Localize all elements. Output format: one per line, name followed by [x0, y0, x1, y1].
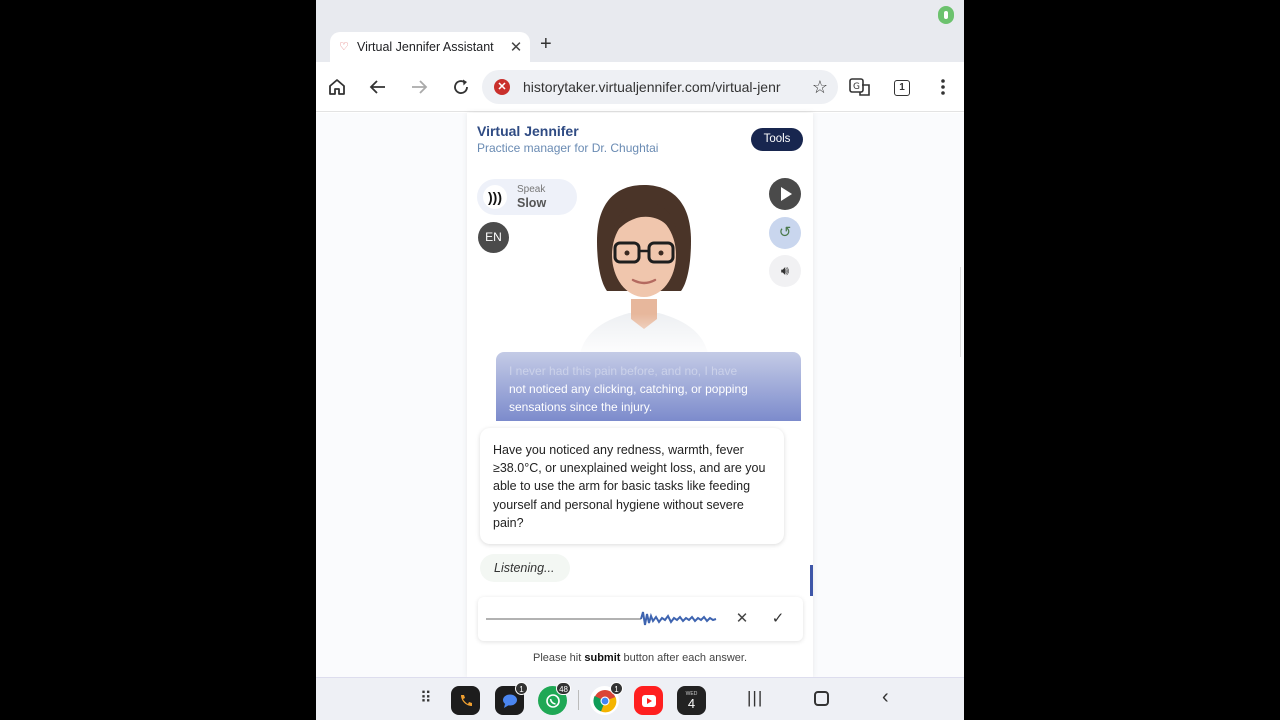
hint-text-after: button after each answer.: [620, 652, 748, 664]
chat-scrollbar-thumb[interactable]: [810, 565, 813, 596]
calendar-day: 4: [687, 695, 696, 711]
tab-title: Virtual Jennifer Assistant: [357, 40, 494, 54]
assistant-header: Virtual Jennifer Practice manager for Dr…: [467, 113, 813, 165]
not-secure-icon[interactable]: ✕: [494, 79, 510, 95]
back-icon[interactable]: [365, 74, 391, 100]
speed-value: Slow: [517, 196, 547, 210]
bookmark-star-icon[interactable]: ☆: [812, 77, 828, 98]
url-text: historytaker.virtualjennifer.com/virtual…: [523, 79, 781, 95]
calendar-app-icon[interactable]: WED 4: [677, 686, 706, 715]
assistant-title: Virtual Jennifer: [477, 123, 579, 139]
microphone-active-icon: [938, 6, 954, 24]
home-icon[interactable]: [324, 74, 350, 100]
close-tab-icon[interactable]: ✕: [506, 38, 526, 56]
speech-waves-icon: ))): [483, 185, 507, 209]
user-message-bubble: I never had this pain before, and no, I …: [496, 352, 801, 421]
tab-strip: ♡ Virtual Jennifer Assistant ✕ +: [316, 30, 964, 62]
messages-badge: 1: [515, 682, 528, 695]
listening-status: Listening...: [480, 554, 570, 582]
youtube-app-icon[interactable]: [634, 686, 663, 715]
site-favicon-icon: ♡: [339, 41, 349, 53]
tools-button[interactable]: Tools: [751, 128, 803, 151]
browser-toolbar: ✕ historytaker.virtualjennifer.com/virtu…: [316, 62, 964, 112]
browser-tab[interactable]: ♡ Virtual Jennifer Assistant ✕: [330, 32, 530, 62]
more-menu-icon[interactable]: [930, 74, 956, 100]
cancel-recording-button[interactable]: ✕: [732, 609, 752, 629]
back-nav-icon[interactable]: ‹: [882, 686, 889, 709]
forward-icon[interactable]: [406, 74, 432, 100]
hint-text-before: Please hit: [532, 652, 585, 664]
submit-hint: Please hit submit button after each answ…: [467, 652, 813, 664]
submit-answer-button[interactable]: ✓: [768, 609, 788, 629]
jennifer-avatar-image: [569, 179, 719, 359]
speech-speed-toggle[interactable]: ))) Speak Slow: [477, 179, 577, 215]
replay-icon[interactable]: ↺: [769, 217, 801, 249]
hint-text-bold: submit: [584, 652, 621, 664]
page-scrollbar[interactable]: [960, 267, 964, 357]
whatsapp-badge: 48: [556, 682, 571, 695]
play-button[interactable]: [769, 178, 801, 210]
voice-recorder-bar: ✕ ✓: [478, 597, 803, 641]
svg-text:G: G: [853, 82, 860, 92]
volume-icon[interactable]: 🔊︎: [769, 255, 801, 287]
device-screen: ♡ Virtual Jennifer Assistant ✕ + ✕ histo…: [316, 0, 964, 720]
translate-icon[interactable]: G: [847, 74, 873, 100]
home-nav-icon[interactable]: [814, 691, 829, 706]
user-message-text: not noticed any clicking, catching, or p…: [509, 382, 748, 414]
assistant-panel: Virtual Jennifer Practice manager for Dr…: [467, 113, 813, 677]
assistant-message-text: Have you noticed any redness, warmth, fe…: [493, 443, 766, 530]
audio-waveform: [486, 611, 717, 626]
chrome-badge: 1: [610, 682, 623, 695]
android-taskbar: ⠿ 1 48 1 WED 4 ||| ‹: [316, 677, 964, 720]
dock-divider: [578, 690, 579, 710]
recent-apps-icon[interactable]: |||: [747, 688, 763, 708]
reload-icon[interactable]: [448, 74, 474, 100]
assistant-message-bubble: Have you noticed any redness, warmth, fe…: [480, 428, 784, 544]
address-bar[interactable]: ✕ historytaker.virtualjennifer.com/virtu…: [482, 70, 838, 104]
assistant-subtitle: Practice manager for Dr. Chughtai: [477, 141, 659, 155]
messages-app-icon[interactable]: 1: [495, 682, 528, 715]
new-tab-icon[interactable]: +: [540, 33, 552, 56]
web-content: Virtual Jennifer Practice manager for Dr…: [316, 113, 964, 677]
status-bar: [316, 0, 964, 30]
language-button[interactable]: EN: [478, 222, 509, 253]
tab-switcher-button[interactable]: 1: [894, 80, 910, 96]
app-drawer-icon[interactable]: ⠿: [420, 688, 432, 708]
chrome-app-icon[interactable]: 1: [590, 682, 623, 715]
whatsapp-app-icon[interactable]: 48: [538, 682, 571, 715]
user-message-faded-line: I never had this pain before, and no, I …: [509, 364, 738, 378]
speed-label: Speak: [517, 184, 546, 195]
phone-app-icon[interactable]: [451, 686, 480, 715]
